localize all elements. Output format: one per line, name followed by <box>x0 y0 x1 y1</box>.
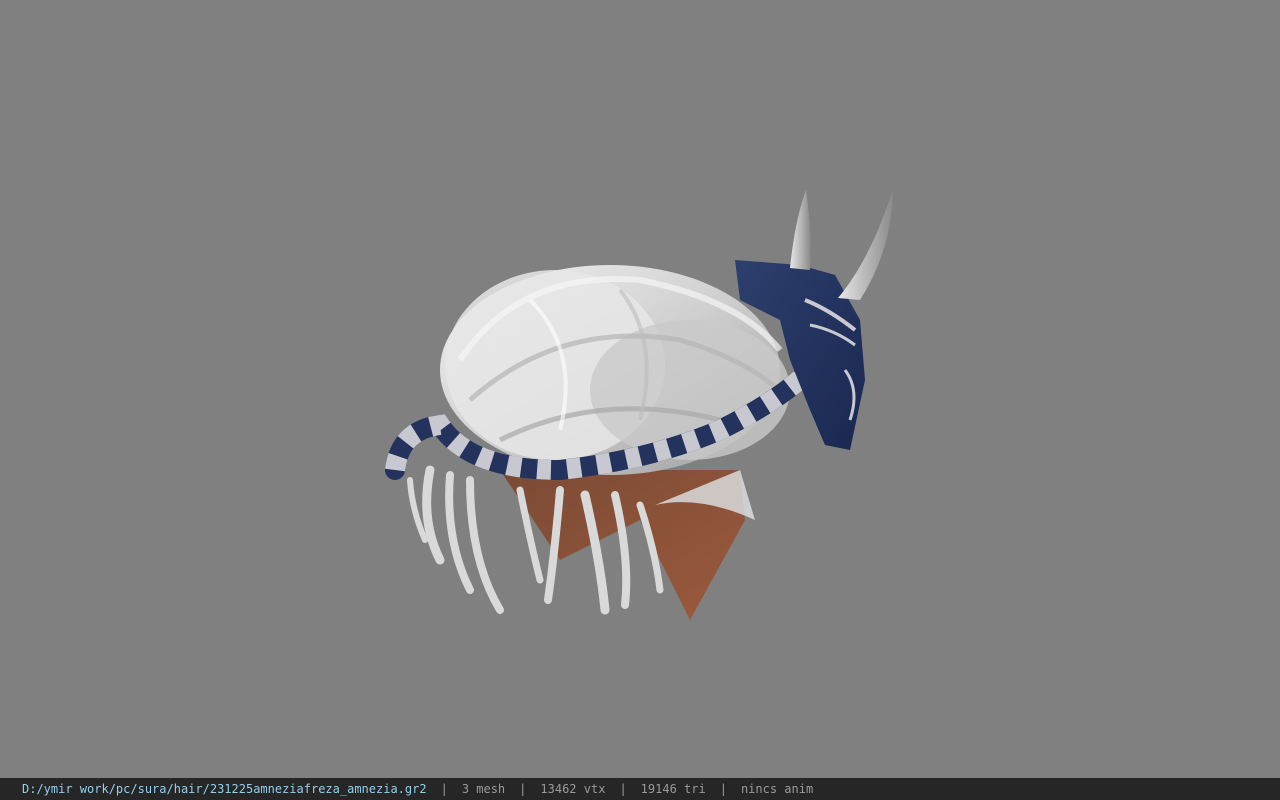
triangle-count: 19146 tri <box>640 782 706 796</box>
3d-viewport[interactable] <box>0 0 1280 778</box>
file-path: D:/ymir work/pc/sura/hair/231225amneziaf… <box>22 782 427 796</box>
model-render[interactable] <box>0 0 1280 778</box>
mesh-count: 3 mesh <box>461 782 506 796</box>
separator: | <box>440 782 448 796</box>
separator: | <box>719 782 727 796</box>
hair-bun-mesh <box>440 265 792 475</box>
status-bar: D:/ymir work/pc/sura/hair/231225amneziaf… <box>0 778 1280 800</box>
animation-status: nincs anim <box>740 782 814 796</box>
separator: | <box>619 782 627 796</box>
vertex-count: 13462 vtx <box>540 782 606 796</box>
separator: | <box>519 782 527 796</box>
